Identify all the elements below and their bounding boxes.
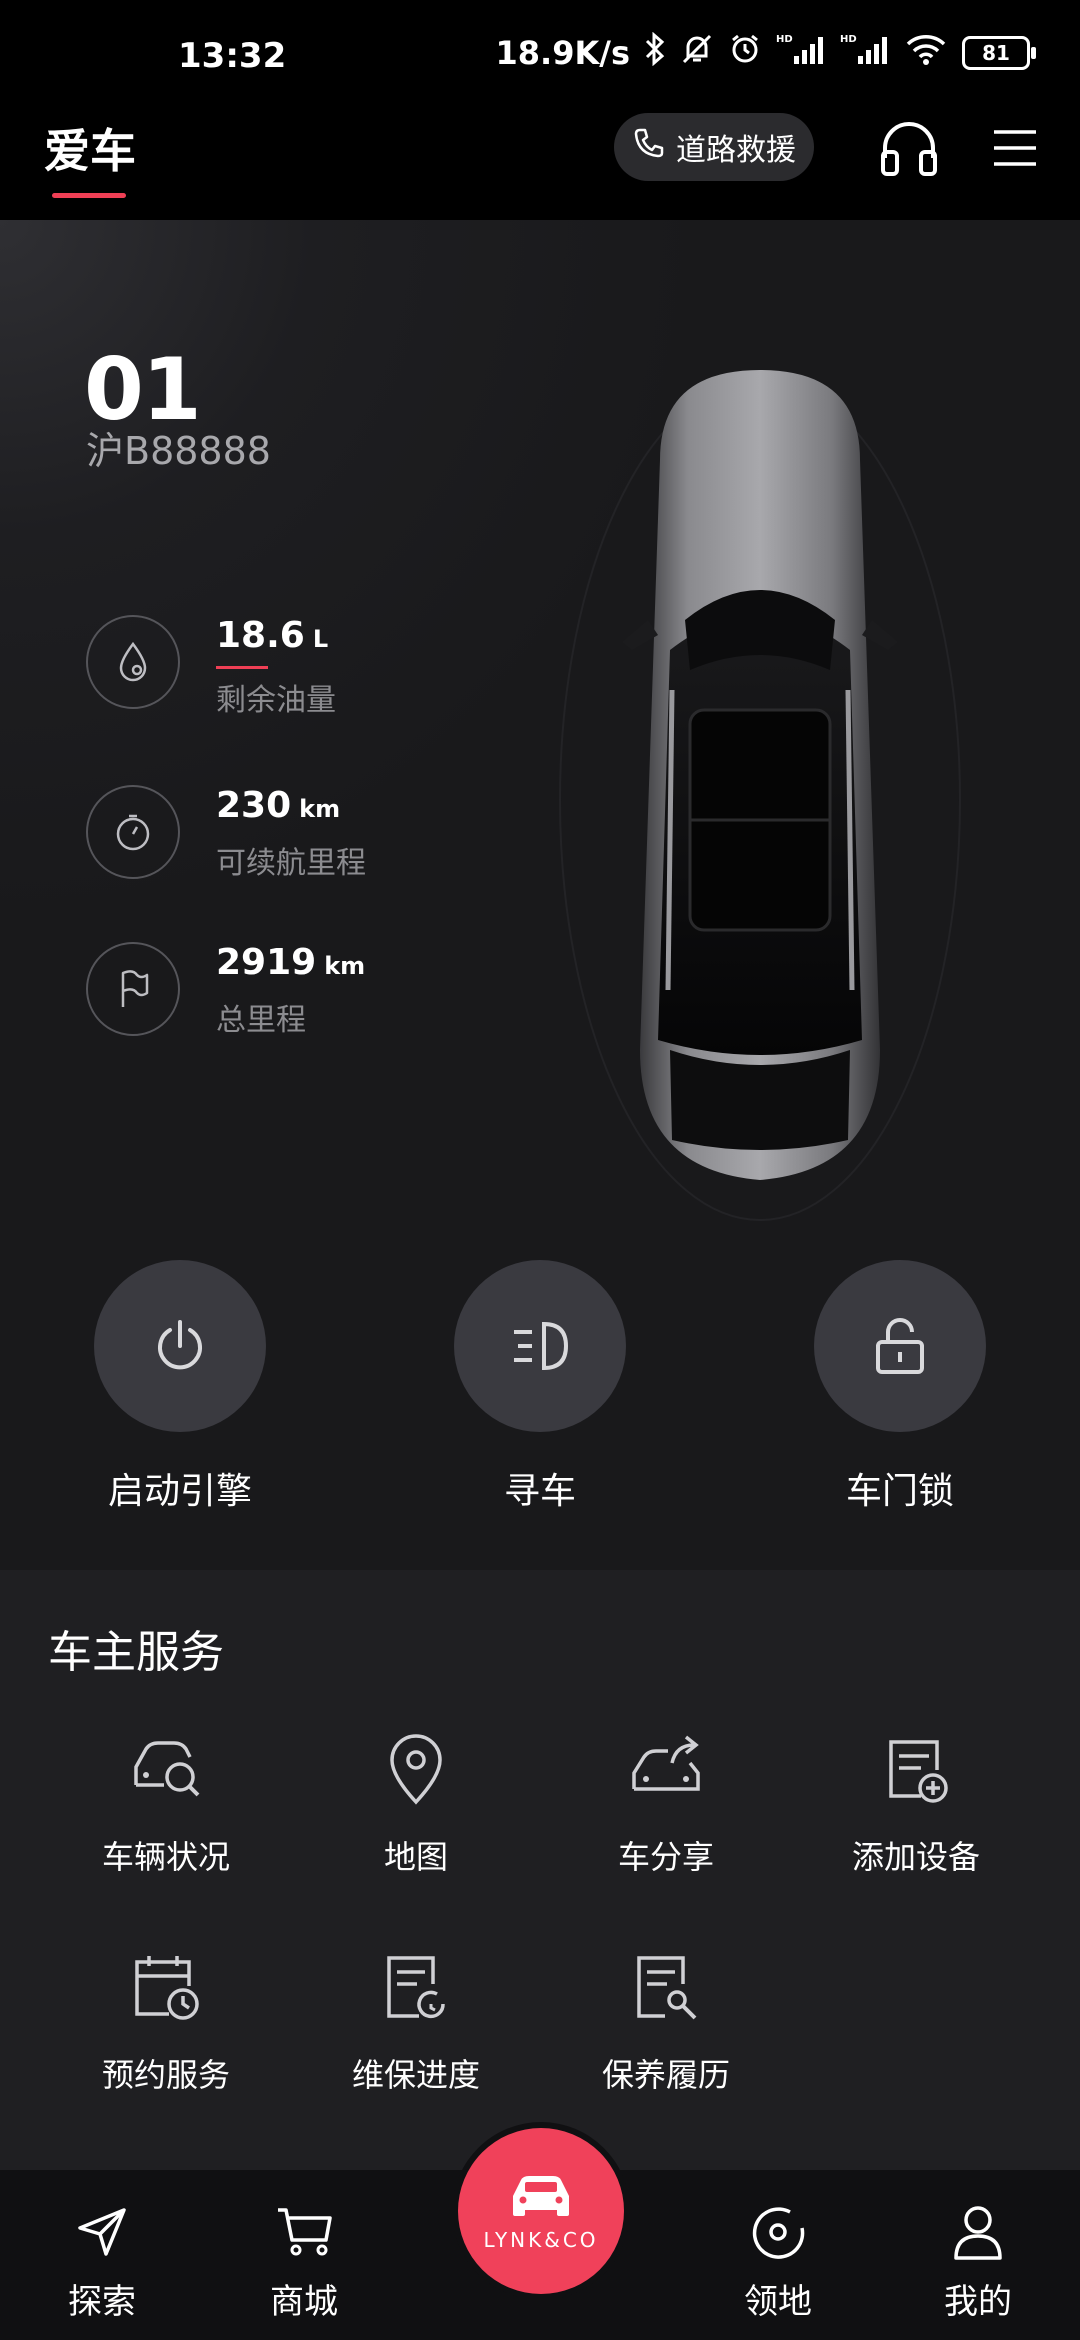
car-icon [507,2170,575,2222]
fuel-stat: 18.6 L 剩余油量 [86,615,336,719]
service-vehicle-status[interactable]: 车辆状况 [66,1730,266,1878]
alarm-icon [728,32,762,74]
svg-text:HD: HD [840,34,857,45]
range-unit: km [299,795,341,823]
headlight-icon[interactable] [454,1260,626,1432]
range-stat: 230 km 可续航里程 [86,785,366,882]
find-car-action[interactable]: 寻车 [450,1260,630,1514]
fuel-unit: L [312,625,329,653]
service-maintenance-progress[interactable]: 维保进度 [316,1948,516,2096]
nav-mall[interactable]: 商城 [234,2200,374,2323]
mute-bell-icon [680,32,714,74]
odometer-stat: 2919 km 总里程 [86,942,365,1039]
active-tab-indicator [52,193,126,198]
road-rescue-button[interactable]: 道路救援 [614,113,814,181]
nav-territory[interactable]: 领地 [708,2200,848,2323]
page-title[interactable]: 爱车 [44,115,136,181]
service-label: 预约服务 [101,2056,230,2094]
service-maintenance-history[interactable]: 保养履历 [566,1948,766,2096]
signal-icon-2: HD [840,32,890,74]
headset-icon[interactable] [874,113,944,183]
nav-mine[interactable]: 我的 [908,2200,1048,2323]
phone-icon [632,126,666,168]
fuel-value: 18.6 [216,615,305,656]
car-top-view-image [550,350,970,1234]
person-icon [908,2200,1048,2264]
bluetooth-icon [644,31,666,74]
range-label: 可续航里程 [216,846,366,881]
fuel-drop-icon [86,615,180,709]
menu-icon[interactable] [980,113,1050,183]
service-label: 车辆状况 [101,1838,230,1876]
service-map[interactable]: 地图 [316,1730,516,1878]
lynkco-center-button[interactable]: LYNK&CO [458,2128,624,2294]
status-time: 13:32 [178,36,287,76]
odometer-value: 2919 [216,942,317,983]
odometer-unit: km [324,952,366,980]
app-header: 爱车 道路救援 [0,105,1080,220]
signal-icon: HD [776,32,826,74]
maintenance-progress-icon [376,1948,456,2028]
battery-indicator: 81 [962,36,1036,70]
car-search-icon [126,1730,206,1810]
nav-label: 领地 [744,2282,812,2322]
status-indicators: 18.9K/s HD HD 81 [495,31,1036,74]
service-car-share[interactable]: 车分享 [566,1730,766,1878]
service-label: 保养履历 [601,2056,730,2094]
door-lock-action[interactable]: 车门锁 [810,1260,990,1514]
svg-text:HD: HD [776,34,793,45]
timer-icon [86,785,180,879]
service-add-device[interactable]: 添加设备 [816,1730,1016,1878]
status-bar: 13:32 18.9K/s HD HD 81 [0,0,1080,105]
license-plate: 沪B88888 [86,429,271,473]
map-pin-icon [376,1730,456,1810]
fuel-level-indicator [216,666,268,669]
service-appointment[interactable]: 预约服务 [66,1948,266,2096]
odometer-label: 总里程 [216,1003,306,1038]
add-device-icon [876,1730,956,1810]
flag-icon [86,942,180,1036]
service-label: 车分享 [617,1838,714,1876]
start-engine-action[interactable]: 启动引擎 [90,1260,270,1514]
fuel-label: 剩余油量 [216,683,336,718]
owner-services-section: 车主服务 车辆状况 地图 车分享 添加设备 预约服务 维保进度 保养履历 [0,1570,1080,2170]
service-label: 地图 [383,1838,448,1876]
cart-icon [234,2200,374,2264]
door-lock-label: 车门锁 [845,1471,954,1512]
nav-label: 商城 [270,2282,338,2322]
calendar-clock-icon [126,1948,206,2028]
service-label: 维保进度 [351,2056,480,2094]
send-icon [32,2200,172,2264]
road-rescue-label: 道路救援 [676,133,796,168]
target-icon [708,2200,848,2264]
car-share-icon [626,1730,706,1810]
nav-explore[interactable]: 探索 [32,2200,172,2323]
start-engine-label: 启动引擎 [107,1471,252,1512]
services-title: 车主服务 [48,1627,224,1678]
range-value: 230 [216,785,292,826]
lynkco-logo: LYNK&CO [483,2228,599,2252]
power-icon[interactable] [94,1260,266,1432]
network-speed: 18.9K/s [495,34,630,72]
nav-label: 探索 [68,2282,136,2322]
wifi-icon [904,32,948,74]
vehicle-panel: 01 沪B88888 18.6 L 剩余油量 230 km 可续航里程 2919 km… [0,220,1080,1570]
maintenance-history-icon [626,1948,706,2028]
nav-label: 我的 [944,2282,1012,2322]
unlock-icon[interactable] [814,1260,986,1432]
service-label: 添加设备 [851,1838,980,1876]
find-car-label: 寻车 [503,1471,576,1512]
